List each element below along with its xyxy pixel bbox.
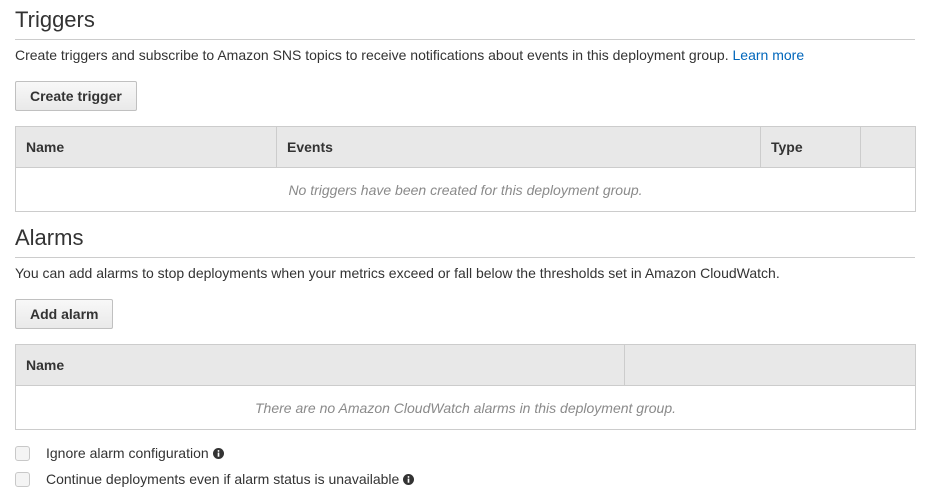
table-row: There are no Amazon CloudWatch alarms in…	[15, 385, 916, 430]
alarms-heading: Alarms	[15, 225, 84, 250]
column-header-type[interactable]: Type	[760, 126, 861, 168]
add-alarm-button[interactable]: Add alarm	[15, 299, 114, 329]
triggers-description-text: Create triggers and subscribe to Amazon …	[15, 47, 729, 63]
triggers-divider	[15, 39, 915, 40]
triggers-description: Create triggers and subscribe to Amazon …	[15, 46, 804, 64]
column-header-alarm-extra	[624, 344, 916, 386]
info-icon[interactable]	[212, 447, 224, 459]
column-header-alarm-name[interactable]: Name	[15, 344, 625, 386]
continue-deployments-option: Continue deployments even if alarm statu…	[15, 470, 415, 488]
info-icon[interactable]	[403, 473, 415, 485]
continue-deployments-checkbox[interactable]	[15, 471, 30, 487]
alarms-table: Name There are no Amazon CloudWatch alar…	[15, 344, 916, 430]
triggers-table-header: Name Events Type	[15, 126, 916, 168]
ignore-alarm-option: Ignore alarm configuration	[15, 444, 224, 462]
column-header-name[interactable]: Name	[15, 126, 277, 168]
create-trigger-button[interactable]: Create trigger	[15, 81, 137, 111]
column-header-actions	[860, 126, 916, 168]
ignore-alarm-label[interactable]: Ignore alarm configuration	[46, 445, 209, 461]
alarms-divider	[15, 257, 915, 258]
learn-more-link[interactable]: Learn more	[733, 47, 805, 63]
column-header-events[interactable]: Events	[276, 126, 761, 168]
alarms-empty-message: There are no Amazon CloudWatch alarms in…	[15, 385, 916, 430]
triggers-empty-message: No triggers have been created for this d…	[15, 167, 916, 212]
ignore-alarm-checkbox[interactable]	[15, 445, 30, 461]
continue-deployments-label[interactable]: Continue deployments even if alarm statu…	[46, 471, 399, 487]
table-row: No triggers have been created for this d…	[15, 167, 916, 212]
alarms-table-header: Name	[15, 344, 916, 386]
triggers-heading: Triggers	[15, 7, 95, 32]
alarms-description: You can add alarms to stop deployments w…	[15, 265, 780, 281]
triggers-table: Name Events Type No triggers have been c…	[15, 126, 916, 212]
